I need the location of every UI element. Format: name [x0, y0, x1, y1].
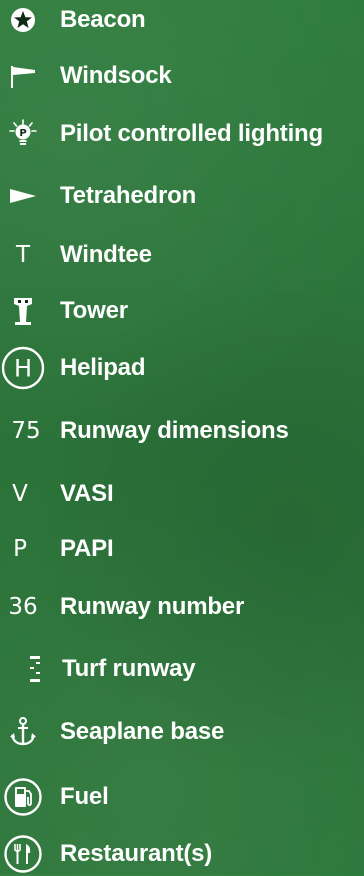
turf-runway-icon: [0, 647, 70, 691]
legend-row-pilot-controlled-lighting: P Pilot controlled lighting: [0, 112, 364, 156]
legend-label-turf-runway: Turf runway: [62, 655, 196, 682]
legend-label-fuel: Fuel: [60, 783, 109, 810]
runway-number-icon: 36: [8, 593, 38, 620]
legend-row-papi: P PAPI: [0, 527, 364, 571]
legend-label-seaplane-base: Seaplane base: [60, 718, 225, 745]
legend-row-tetrahedron: Tetrahedron: [0, 174, 364, 218]
legend-row-windsock: Windsock: [0, 54, 364, 98]
helipad-icon: H: [0, 346, 46, 390]
windsock-icon: [0, 54, 46, 98]
legend-row-windtee: T Windtee: [0, 233, 364, 277]
legend-label-helipad: Helipad: [60, 354, 146, 381]
legend-label-pilot-controlled-lighting: Pilot controlled lighting: [60, 120, 323, 147]
legend-row-helipad: H Helipad: [0, 346, 364, 390]
papi-icon: P: [13, 535, 27, 562]
legend-label-tower: Tower: [60, 297, 128, 324]
svg-text:H: H: [14, 355, 32, 383]
tower-icon: [0, 289, 46, 333]
legend-row-runway-dimensions: 75 Runway dimensions: [0, 409, 364, 453]
star-beacon-icon: [0, 0, 46, 42]
legend-row-beacon: Beacon: [0, 0, 364, 42]
legend-label-beacon: Beacon: [60, 6, 146, 33]
legend-label-vasi: VASI: [60, 480, 114, 507]
legend-label-papi: PAPI: [60, 535, 114, 562]
legend-label-windsock: Windsock: [60, 62, 172, 89]
legend-row-tower: Tower: [0, 289, 364, 333]
vasi-icon: V: [12, 480, 28, 507]
airport-symbol-legend: Beacon Windsock P Pilot controlled light…: [0, 0, 364, 874]
legend-row-vasi: V VASI: [0, 472, 364, 516]
fuel-pump-icon: [0, 775, 46, 819]
fork-knife-icon: [0, 832, 46, 876]
legend-row-fuel: Fuel: [0, 775, 364, 819]
anchor-icon: [0, 710, 46, 754]
legend-row-runway-number: 36 Runway number: [0, 585, 364, 629]
legend-label-runway-dimensions: Runway dimensions: [60, 417, 289, 444]
legend-label-restaurants: Restaurant(s): [60, 840, 213, 867]
legend-row-seaplane-base: Seaplane base: [0, 710, 364, 754]
legend-label-runway-number: Runway number: [60, 593, 245, 620]
runway-dimensions-icon: 75: [11, 417, 41, 444]
legend-label-tetrahedron: Tetrahedron: [60, 182, 197, 209]
legend-label-windtee: Windtee: [60, 241, 152, 268]
svg-text:P: P: [19, 128, 26, 139]
legend-row-restaurants: Restaurant(s): [0, 832, 364, 876]
windtee-icon: T: [15, 241, 31, 268]
tetrahedron-icon: [0, 174, 46, 218]
legend-row-turf-runway: Turf runway: [0, 647, 364, 691]
pilot-controlled-lighting-icon: P: [0, 112, 46, 156]
